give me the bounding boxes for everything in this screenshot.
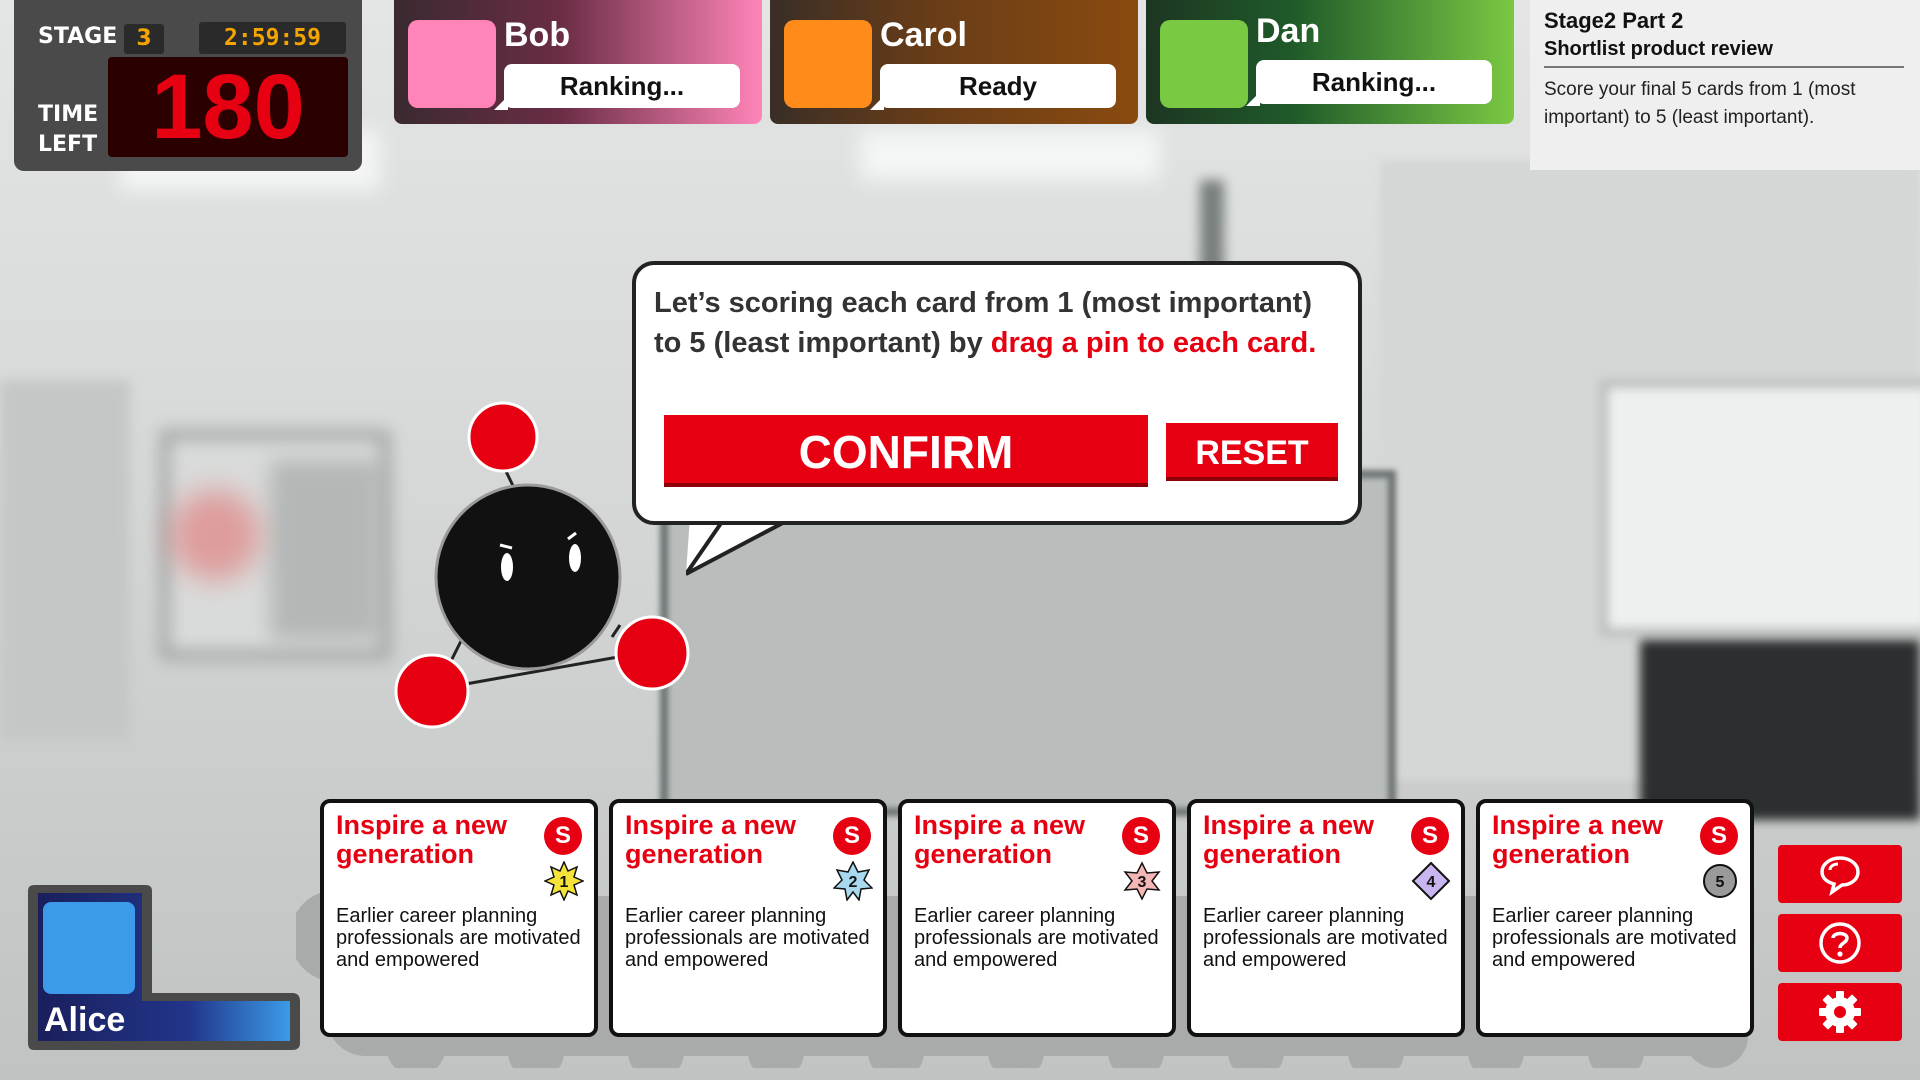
- player-name: Carol: [880, 16, 967, 54]
- clock-display: 2:59:59: [199, 22, 346, 54]
- player-status: Ranking...: [494, 64, 740, 110]
- help-button[interactable]: [1778, 914, 1902, 972]
- star-pin-icon[interactable]: 3: [1122, 861, 1162, 901]
- speech-bubble: Let’s scoring each card from 1 (most imp…: [632, 261, 1362, 525]
- avatar: [408, 20, 496, 108]
- chat-icon: [1820, 856, 1860, 896]
- card-3[interactable]: Inspire a new generation S 3 Earlier car…: [898, 799, 1176, 1037]
- star-pin-icon[interactable]: 2: [833, 861, 873, 901]
- card-body: Earlier career planning professionals ar…: [1203, 905, 1448, 971]
- card-category-badge: S: [1122, 817, 1160, 855]
- instruction-panel: Stage2 Part 2 Shortlist product review S…: [1530, 0, 1920, 170]
- bubble-instruction: Let’s scoring each card from 1 (most imp…: [654, 283, 1344, 363]
- divider: [1544, 66, 1904, 68]
- current-player-name: Alice: [44, 1001, 126, 1039]
- pin-number: 3: [1138, 874, 1147, 891]
- confirm-button[interactable]: CONFIRM: [664, 415, 1148, 487]
- card-2[interactable]: Inspire a new generation S 2 Earlier car…: [609, 799, 887, 1037]
- card-title: Inspire a new generation: [336, 810, 508, 869]
- gear-icon: [1819, 991, 1861, 1033]
- avatar: [43, 902, 135, 994]
- card-category-badge: S: [1411, 817, 1449, 855]
- time-left-label: TIME LEFT: [38, 100, 98, 160]
- card-5[interactable]: Inspire a new generation S 5 Earlier car…: [1476, 799, 1754, 1037]
- card-title: Inspire a new generation: [1203, 810, 1375, 869]
- card-category-badge: S: [1700, 817, 1738, 855]
- circle-pin-icon[interactable]: 5: [1700, 861, 1740, 901]
- avatar: [1160, 20, 1248, 108]
- card-1[interactable]: Inspire a new generation S 1 Earlier car…: [320, 799, 598, 1037]
- stage-number: 3: [124, 24, 164, 54]
- stage-timer-panel: STAGE 3 2:59:59 TIME LEFT 180: [14, 0, 362, 171]
- pin-number: 1: [560, 874, 569, 891]
- player-panel-dan: Dan Ranking...: [1146, 0, 1514, 124]
- time-left-line1: TIME: [38, 102, 99, 127]
- pin-number: 5: [1716, 874, 1725, 891]
- card-title: Inspire a new generation: [625, 810, 797, 869]
- time-left-line2: LEFT: [38, 132, 98, 157]
- card-body: Earlier career planning professionals ar…: [1492, 905, 1737, 971]
- avatar: [784, 20, 872, 108]
- pin-number: 4: [1427, 874, 1436, 891]
- card-title: Inspire a new generation: [1492, 810, 1664, 869]
- player-name: Dan: [1256, 12, 1321, 50]
- card-category-badge: S: [544, 817, 582, 855]
- help-icon: [1819, 922, 1861, 964]
- bubble-tail: [686, 516, 797, 576]
- player-status: Ready: [870, 64, 1116, 110]
- instruction-body: Score your final 5 cards from 1 (most im…: [1544, 79, 1856, 128]
- card-body: Earlier career planning professionals ar…: [914, 905, 1159, 971]
- card-body: Earlier career planning professionals ar…: [336, 905, 581, 971]
- instruction-subtitle: Shortlist product review: [1544, 38, 1773, 60]
- card-4[interactable]: Inspire a new generation S 4 Earlier car…: [1187, 799, 1465, 1037]
- bubble-text-highlight: drag a pin to each card.: [990, 327, 1317, 359]
- star-pin-icon[interactable]: 1: [544, 861, 584, 901]
- card-body: Earlier career planning professionals ar…: [625, 905, 870, 971]
- chat-button[interactable]: [1778, 845, 1902, 903]
- card-category-badge: S: [833, 817, 871, 855]
- reset-button[interactable]: RESET: [1166, 423, 1338, 481]
- card-title: Inspire a new generation: [914, 810, 1086, 869]
- player-panel-bob: Bob Ranking...: [394, 0, 762, 124]
- player-name: Bob: [504, 16, 571, 54]
- player-status: Ranking...: [1246, 60, 1492, 106]
- time-left-value: 180: [108, 57, 348, 157]
- settings-button[interactable]: [1778, 983, 1902, 1041]
- pin-number: 2: [849, 874, 858, 891]
- stage-label: STAGE: [38, 24, 118, 49]
- instruction-title: Stage2 Part 2: [1544, 8, 1684, 33]
- player-panel-carol: Carol Ready: [770, 0, 1138, 124]
- diamond-pin-icon[interactable]: 4: [1411, 861, 1451, 901]
- current-player-panel: Alice: [28, 885, 300, 1050]
